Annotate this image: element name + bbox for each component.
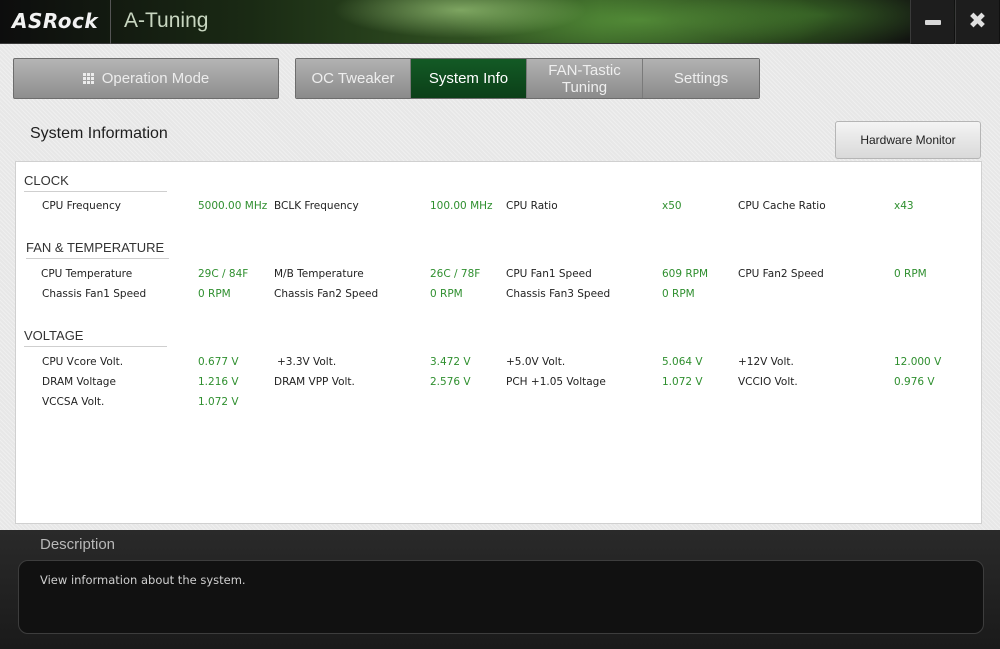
info-value: 0 RPM xyxy=(198,288,231,300)
close-icon: ✖ xyxy=(968,9,987,34)
app-title: A-Tuning xyxy=(124,9,209,32)
info-value: 12.000 V xyxy=(894,356,942,368)
info-label: Chassis Fan1 Speed xyxy=(42,288,147,300)
info-value: 0 RPM xyxy=(894,268,927,280)
info-label: DRAM VPP Volt. xyxy=(274,376,355,388)
title-divider xyxy=(110,0,111,44)
tab-settings[interactable]: Settings xyxy=(643,59,759,98)
info-value: x43 xyxy=(894,200,914,212)
info-label: CPU Ratio xyxy=(506,200,558,212)
info-value: 0 RPM xyxy=(430,288,463,300)
info-label: CPU Fan2 Speed xyxy=(738,268,824,280)
tab-oc-tweaker[interactable]: OC Tweaker xyxy=(296,59,411,98)
info-value: 29C / 84F xyxy=(198,268,249,280)
title-bar: ASRock A-Tuning ✖ xyxy=(0,0,1000,44)
info-value: 5000.00 MHz xyxy=(198,200,268,212)
info-label: CPU Vcore Volt. xyxy=(42,356,124,368)
description-box: View information about the system. xyxy=(18,560,984,634)
tab-system-info[interactable]: System Info xyxy=(411,59,527,98)
grid-icon xyxy=(82,73,94,84)
close-button[interactable]: ✖ xyxy=(955,0,999,44)
tab-bar: OC Tweaker System Info FAN-Tastic Tuning… xyxy=(295,58,760,99)
info-value: 0 RPM xyxy=(662,288,695,300)
info-label: CPU Temperature xyxy=(41,268,133,280)
minimize-icon xyxy=(924,19,941,25)
info-label: VCCIO Volt. xyxy=(738,376,798,388)
operation-mode-button[interactable]: Operation Mode xyxy=(13,58,279,99)
info-label: CPU Frequency xyxy=(42,200,121,212)
info-label: Chassis Fan3 Speed xyxy=(506,288,611,300)
info-label: M/B Temperature xyxy=(274,268,364,280)
info-label: +12V Volt. xyxy=(738,356,794,368)
page-title: System Information xyxy=(30,125,168,142)
info-label: VCCSA Volt. xyxy=(42,396,105,408)
info-label: Chassis Fan2 Speed xyxy=(274,288,379,300)
info-value: 3.472 V xyxy=(430,356,471,368)
section-heading-clock: CLOCK xyxy=(24,173,167,192)
section-heading-voltage: VOLTAGE xyxy=(24,328,167,347)
description-text: View information about the system. xyxy=(40,573,246,587)
info-label: PCH +1.05 Voltage xyxy=(506,376,606,388)
info-value: 1.216 V xyxy=(198,376,239,388)
info-value: 609 RPM xyxy=(662,268,709,280)
info-value: 1.072 V xyxy=(662,376,703,388)
minimize-button[interactable] xyxy=(910,0,954,44)
asrock-logo: ASRock xyxy=(12,9,99,33)
info-value: 100.00 MHz xyxy=(430,200,493,212)
info-value: 5.064 V xyxy=(662,356,703,368)
description-area: Description View information about the s… xyxy=(0,530,1000,649)
operation-mode-label: Operation Mode xyxy=(101,70,210,87)
main-area: Operation Mode OC Tweaker System Info FA… xyxy=(0,44,1000,530)
info-value: 2.576 V xyxy=(430,376,471,388)
info-value: 26C / 78F xyxy=(430,268,481,280)
tab-fan-tastic-tuning[interactable]: FAN-Tastic Tuning xyxy=(527,59,643,98)
tab-fan-tastic-label: FAN-Tastic Tuning xyxy=(548,61,621,96)
info-value: 0.976 V xyxy=(894,376,935,388)
info-label: +5.0V Volt. xyxy=(506,356,566,368)
info-value: 1.072 V xyxy=(198,396,239,408)
info-label: DRAM Voltage xyxy=(42,376,116,388)
info-value: x50 xyxy=(662,200,682,212)
hardware-monitor-button[interactable]: Hardware Monitor xyxy=(835,121,981,159)
info-label: +3.3V Volt. xyxy=(277,356,337,368)
description-title: Description xyxy=(40,536,116,553)
section-heading-fan-temperature: FAN & TEMPERATURE xyxy=(26,240,169,259)
info-value: 0.677 V xyxy=(198,356,239,368)
system-info-panel: CLOCK CPU Frequency 5000.00 MHz BCLK Fre… xyxy=(15,161,982,524)
info-label: CPU Cache Ratio xyxy=(738,200,826,212)
info-label: CPU Fan1 Speed xyxy=(506,268,592,280)
info-label: BCLK Frequency xyxy=(274,200,359,212)
